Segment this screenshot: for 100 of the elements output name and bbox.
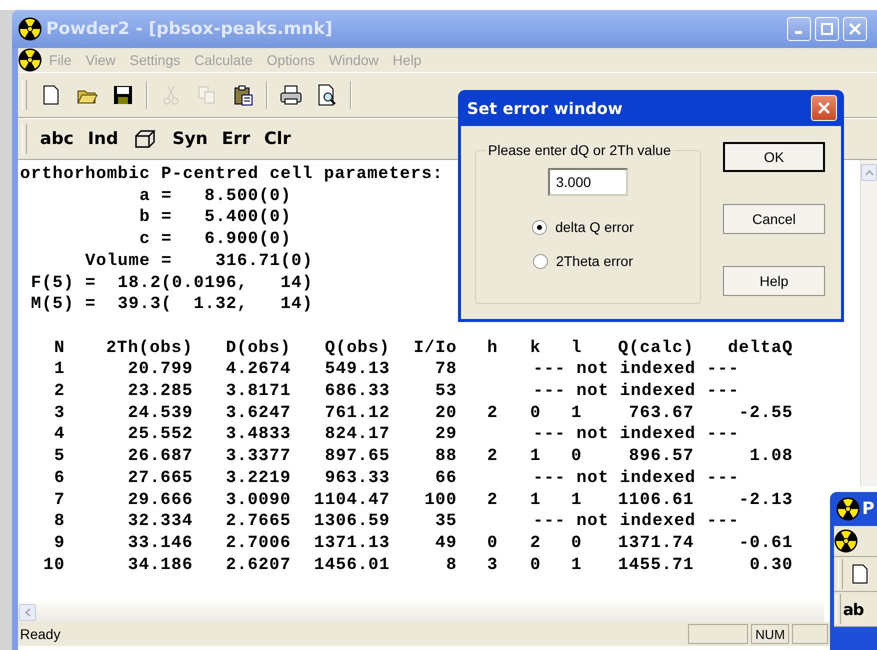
- table-cell-text: 1456.01: [313, 554, 390, 576]
- table-cell-text: 0: [570, 532, 582, 555]
- table-cell-text: 686.33: [324, 381, 390, 403]
- radio-label[interactable]: 2Theta error: [556, 253, 634, 269]
- table-cell-text: -2.13: [738, 490, 793, 512]
- column-header: deltaQ: [726, 338, 793, 360]
- not-indexed-note: --- not indexed ---: [533, 468, 740, 490]
- table-cell-text: 7: [53, 490, 65, 512]
- status-text: Ready: [20, 626, 62, 642]
- table-cell-text: 0: [529, 554, 541, 576]
- not-indexed-note: --- not indexed ---: [533, 359, 740, 382]
- table-cell-text: 963.33: [324, 468, 390, 490]
- radio-label[interactable]: delta Q error: [555, 219, 634, 235]
- table-cell-text: 6: [53, 468, 65, 490]
- dialog-title: Set error window: [467, 98, 624, 118]
- output-line: orthorhombic P-centred cell parameters:: [20, 164, 444, 186]
- not-indexed-note: --- not indexed ---: [533, 381, 740, 403]
- output-line: M(5) = 39.3( 1.32, 14): [30, 294, 313, 316]
- table-cell-text: 763.67: [628, 402, 694, 424]
- table-cell-text: 27.665: [126, 468, 193, 490]
- table-cell-text: 2: [53, 381, 65, 403]
- toolbar-button[interactable]: Ind: [84, 124, 122, 154]
- table-cell-text: 3.3377: [224, 446, 291, 468]
- output-line: b = 5.400(0): [138, 207, 292, 230]
- table-cell-text: 0: [570, 446, 582, 468]
- table-cell-text: 1371.13: [313, 532, 390, 555]
- table-cell-text: 896.57: [628, 446, 694, 468]
- toolbar-button[interactable]: Syn: [168, 124, 212, 154]
- table-cell-text: 2.7006: [224, 532, 291, 555]
- table-cell-text: 8: [445, 554, 457, 576]
- column-header: I/Io: [412, 338, 457, 360]
- table-cell-text: 1371.74: [617, 532, 694, 555]
- toolbar-button[interactable]: abc: [36, 124, 78, 154]
- table-cell-text: 5: [53, 446, 65, 468]
- table-cell-text: 8: [53, 511, 65, 533]
- table-cell-text: 20.799: [126, 359, 193, 382]
- table-cell-text: 3.4833: [224, 424, 291, 446]
- dialog-button[interactable]: OK: [723, 142, 825, 172]
- table-cell-text: 3.8171: [224, 381, 291, 403]
- table-cell-text: 33.146: [126, 532, 193, 555]
- window-title: P: [862, 499, 874, 519]
- output-line: c = 6.900(0): [138, 229, 292, 251]
- output-line: a = 8.500(0): [138, 186, 292, 208]
- table-cell-text: 26.687: [126, 446, 193, 468]
- table-cell-text: 3.2219: [224, 468, 291, 490]
- toolbar-button[interactable]: Err: [218, 124, 254, 154]
- table-cell-text: 53: [434, 381, 457, 403]
- dialog-button[interactable]: Cancel: [723, 204, 825, 234]
- window-title: Powder2 - [pbsox-peaks.mnk]: [46, 19, 334, 39]
- table-cell-text: 1: [570, 402, 582, 424]
- table-cell-text: 0: [486, 532, 498, 555]
- table-cell-text: 1106.61: [617, 490, 694, 512]
- output-line: F(5) = 18.2(0.0196, 14): [30, 272, 313, 294]
- table-cell-text: 1: [570, 490, 582, 512]
- table-cell-text: 2: [529, 532, 541, 555]
- column-header: N: [53, 338, 65, 360]
- table-cell-text: 761.12: [324, 402, 390, 424]
- group-label: Please enter dQ or 2Th value: [487, 142, 672, 158]
- table-cell-text: 24.539: [126, 402, 193, 424]
- table-cell-text: 897.65: [324, 446, 390, 468]
- table-cell-text: 25.552: [126, 424, 193, 446]
- table-cell-text: 4.2674: [224, 359, 291, 382]
- second-window[interactable]: P ab: [830, 492, 877, 650]
- table-cell-text: 23.285: [126, 381, 193, 403]
- table-cell-text: 2.6207: [224, 554, 291, 576]
- table-cell-text: 824.17: [324, 424, 390, 446]
- table-cell-text: 4: [53, 424, 65, 446]
- table-cell-text: 2.7665: [224, 511, 291, 533]
- column-header: D(obs): [224, 338, 291, 360]
- table-cell-text: -2.55: [738, 402, 793, 424]
- table-cell-text: 3.6247: [224, 402, 291, 424]
- column-header: l: [570, 338, 582, 360]
- table-cell-text: 3: [53, 402, 65, 424]
- table-cell-text: 2: [486, 490, 498, 512]
- column-header: 2Th(obs): [105, 338, 193, 360]
- toolbar-button[interactable]: Clr: [260, 124, 295, 154]
- column-header: h: [486, 338, 498, 360]
- table-cell-text: 10: [42, 554, 65, 576]
- table-cell-text: 2: [486, 402, 498, 424]
- table-cell-text: 20: [434, 402, 457, 424]
- table-cell-text: 1.08: [748, 446, 793, 468]
- table-cell-text: -0.61: [738, 532, 793, 555]
- table-cell-text: 1455.71: [617, 554, 694, 576]
- output-line: Volume = 316.71(0): [84, 250, 313, 273]
- table-cell-text: 1: [529, 490, 541, 512]
- table-cell-text: 549.13: [324, 359, 390, 382]
- dialog-button[interactable]: Help: [723, 266, 825, 296]
- table-cell-text: 1306.59: [313, 511, 390, 533]
- table-cell-text: 3: [486, 554, 498, 576]
- table-cell-text: 3.0090: [224, 490, 291, 512]
- table-cell-text: 35: [434, 511, 457, 533]
- table-cell-text: 78: [434, 359, 457, 382]
- status-pane: NUM: [751, 624, 789, 644]
- table-cell-text: 100: [423, 490, 457, 512]
- column-header: k: [529, 338, 541, 360]
- table-cell-text: 49: [434, 532, 457, 555]
- table-cell-text: 0: [529, 402, 541, 424]
- table-cell-text: 1: [570, 554, 582, 576]
- table-cell-text: 1: [53, 359, 65, 382]
- value-field[interactable]: 3.000: [548, 168, 628, 196]
